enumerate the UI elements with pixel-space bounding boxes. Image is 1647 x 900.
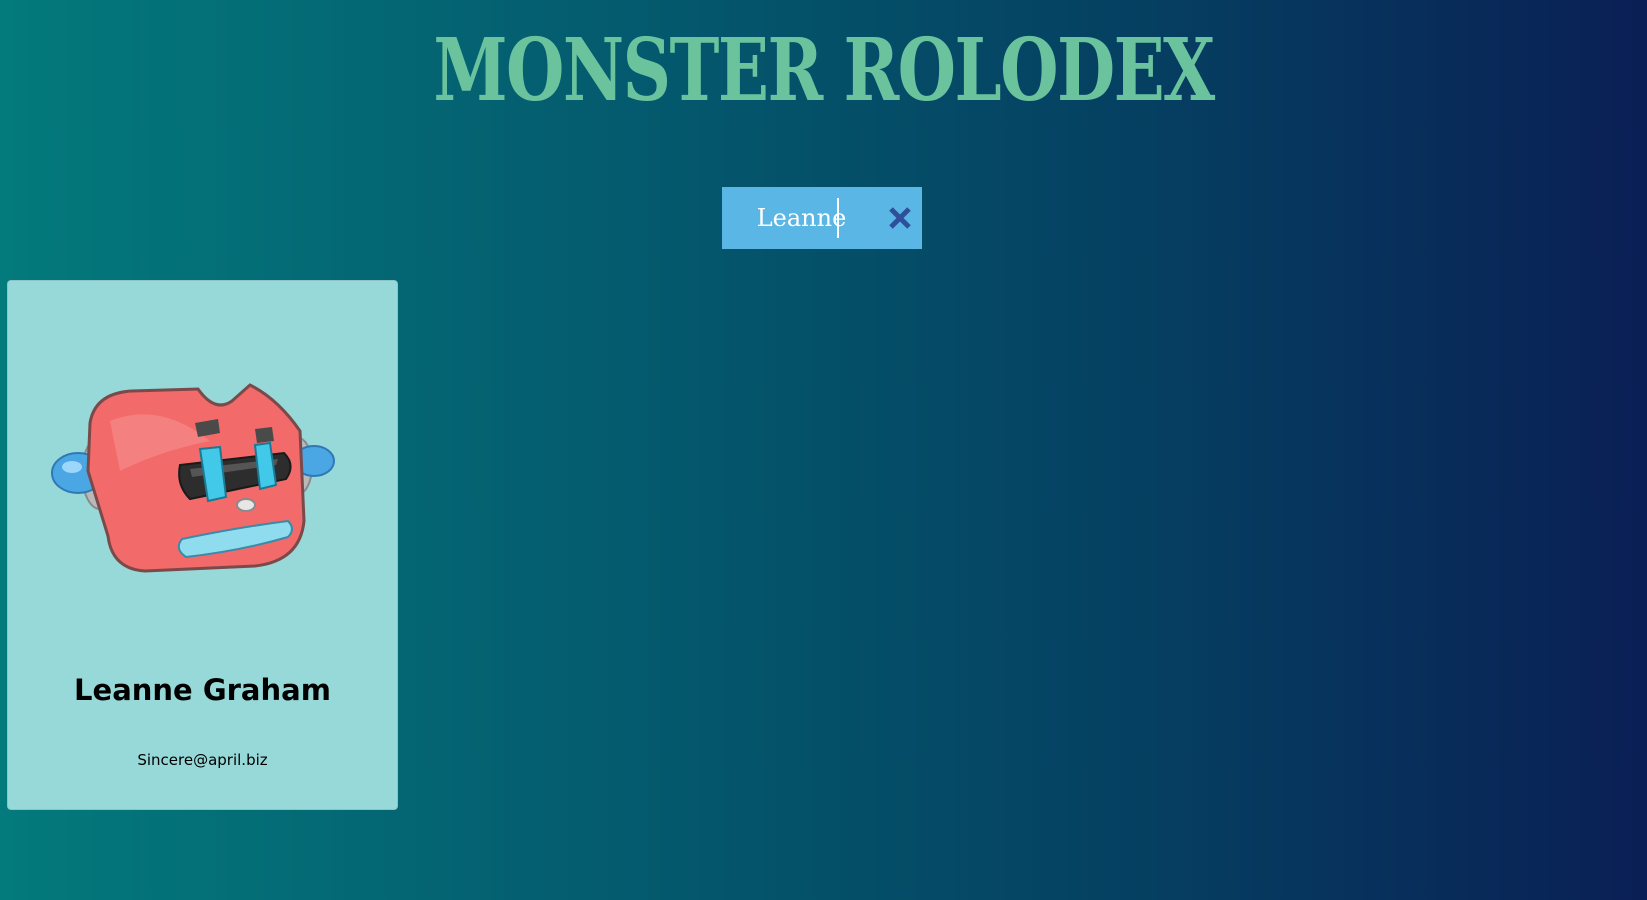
monster-name: Leanne Graham [74, 673, 331, 707]
page-title: MONSTER ROLODEX [433, 20, 1215, 121]
clear-search-button[interactable] [885, 203, 915, 233]
robot-avatar-icon [51, 383, 335, 573]
monster-card[interactable]: Leanne Graham Sincere@april.biz [7, 280, 398, 810]
search-box[interactable] [722, 187, 922, 249]
close-icon[interactable] [885, 203, 915, 233]
text-caret [837, 198, 839, 238]
search-input[interactable] [722, 187, 887, 249]
monster-email: Sincere@april.biz [137, 751, 268, 769]
